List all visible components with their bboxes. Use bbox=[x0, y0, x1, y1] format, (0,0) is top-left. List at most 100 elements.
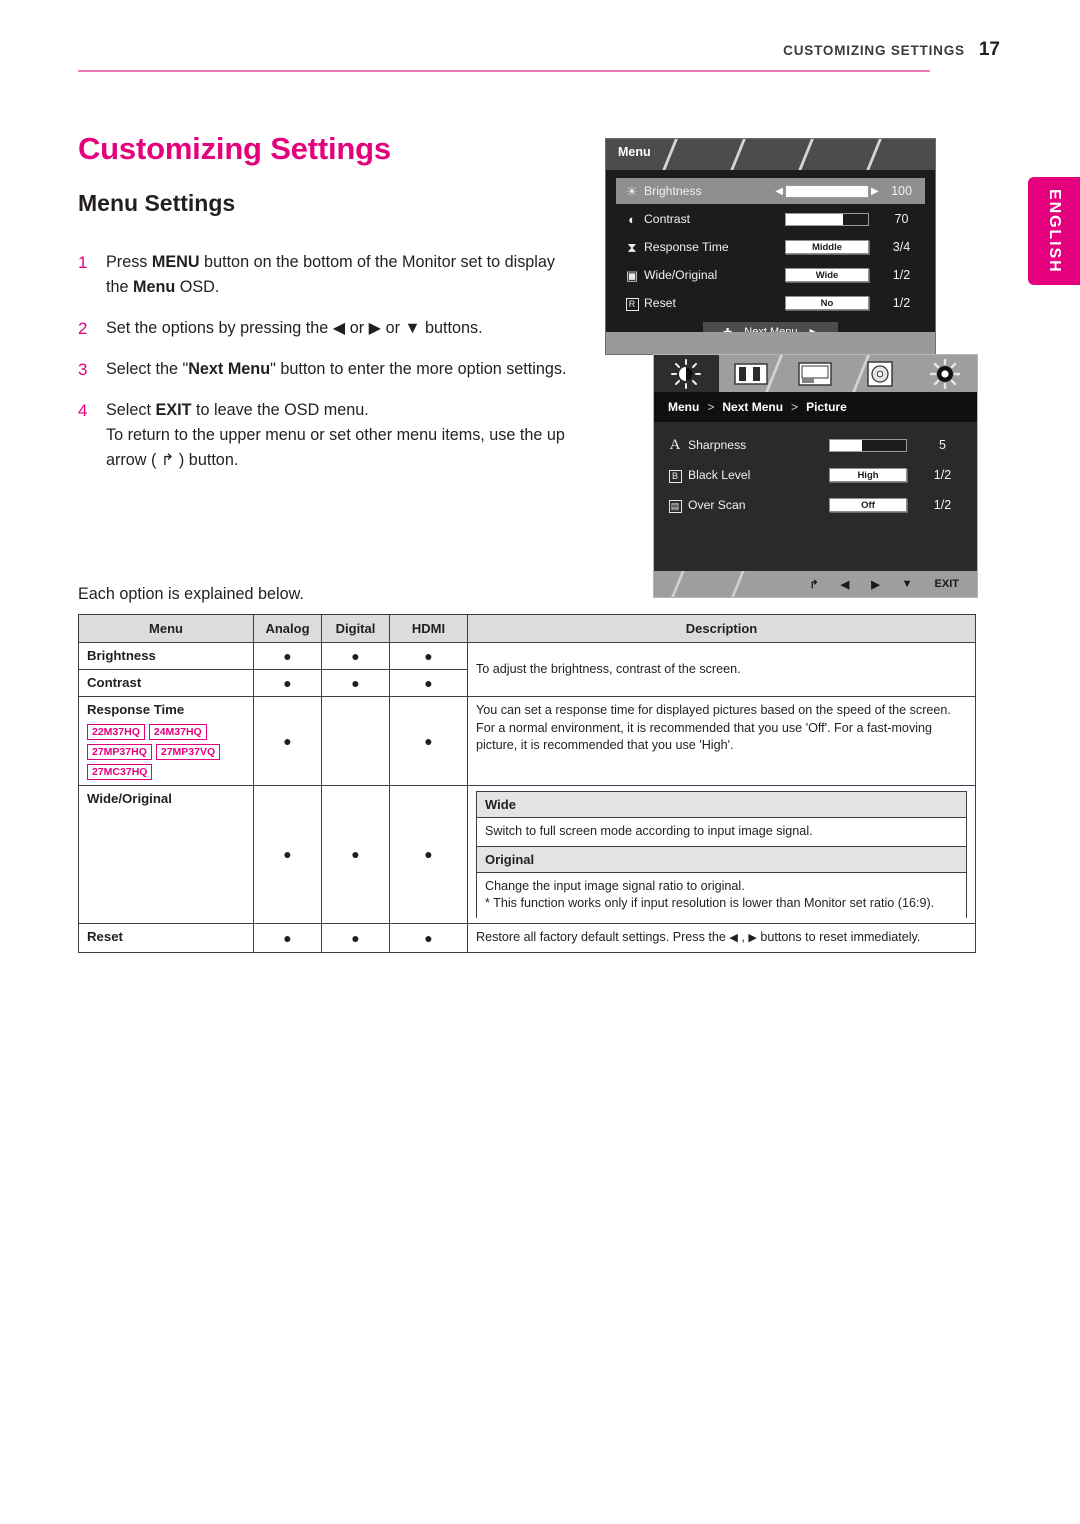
osd-picture-footer: ↱ ◀ ▶ ▼ EXIT bbox=[654, 571, 977, 597]
osd-value-box[interactable]: Wide bbox=[785, 268, 869, 282]
table-header-row: Menu Analog Digital HDMI Description bbox=[78, 614, 976, 643]
contrast-icon: ◐ bbox=[628, 211, 636, 227]
osd-menu-row-brightness[interactable]: ☀ Brightness ◀ ▶ 100 bbox=[616, 178, 925, 204]
osd-footer-button-1[interactable]: ◀ bbox=[841, 578, 849, 591]
osd-picture-tabbar bbox=[654, 355, 977, 392]
table-row: Brightness ● ● ● To adjust the brightnes… bbox=[78, 642, 976, 697]
left-arrow-icon: ◀ bbox=[729, 931, 738, 944]
desc-reset-mid: , bbox=[737, 929, 749, 944]
osd-menu-row-wide-original[interactable]: ▣ Wide/Original Wide 1/2 bbox=[616, 262, 925, 288]
cell-response-digital bbox=[321, 696, 390, 786]
wide-original-icon: ▣ bbox=[625, 267, 639, 283]
osd-menu-row-value: 70 bbox=[894, 212, 909, 226]
osd-value-box[interactable]: No bbox=[785, 296, 869, 310]
osd-footer-button-4[interactable]: EXIT bbox=[935, 578, 959, 590]
osd-menu-row-value: 1/2 bbox=[892, 268, 911, 282]
cell-contrast-digital: ● bbox=[321, 669, 390, 697]
instruction-steps: 1 Press MENU button on the bottom of the … bbox=[78, 250, 568, 489]
osd-menu-tabbar: Menu bbox=[606, 139, 935, 170]
osd-picture-row-value: 1/2 bbox=[933, 498, 952, 512]
osd-menu-row-value: 100 bbox=[891, 184, 912, 198]
step-number: 4 bbox=[78, 401, 88, 420]
subtable-row: Switch to full screen mode according to … bbox=[476, 817, 967, 847]
osd-menu-row-control[interactable]: Wide bbox=[772, 268, 882, 282]
row-label-response-time-cell: Response Time 22M37HQ 24M37HQ 27MP37HQ 27MP… bbox=[78, 696, 254, 786]
osd-picture-row-control[interactable]: Off bbox=[818, 498, 918, 512]
over-scan-icon: ▤ bbox=[662, 497, 688, 513]
osd-picture-panel: Menu > Next Menu > Picture A Sharpness 5 B B… bbox=[653, 354, 978, 598]
col-header-hdmi: HDMI bbox=[389, 614, 468, 643]
osd-picture-row-control[interactable] bbox=[818, 438, 918, 452]
cell-brightness-digital: ● bbox=[321, 642, 390, 670]
page-number: 17 bbox=[978, 39, 1000, 60]
col-header-analog: Analog bbox=[253, 614, 322, 643]
reset-icon: R bbox=[620, 296, 644, 311]
disc-icon bbox=[867, 360, 893, 387]
display-icon bbox=[798, 361, 833, 386]
osd-menu-footer bbox=[606, 332, 935, 354]
osd-menu-row-control[interactable]: Middle bbox=[772, 240, 882, 254]
col-header-menu: Menu bbox=[78, 614, 254, 643]
osd-menu-row-control[interactable] bbox=[772, 212, 882, 226]
osd-footer-button-0[interactable]: ↱ bbox=[810, 578, 819, 591]
cell-wide-digital: ● bbox=[321, 785, 390, 924]
osd-value-box[interactable]: Middle bbox=[785, 240, 869, 254]
table-row: Wide/Original ● ● ● Wide Switch to full … bbox=[78, 785, 976, 924]
manual-page: CUSTOMIZING SETTINGS 17 ENGLISH Customiz… bbox=[0, 0, 1080, 1524]
cell-contrast-analog: ● bbox=[253, 669, 322, 697]
osd-picture-breadcrumb: Menu > Next Menu > Picture bbox=[654, 392, 977, 422]
osd-menu-row-reset[interactable]: R Reset No 1/2 bbox=[616, 290, 925, 316]
osd-menu-row-control[interactable]: No bbox=[772, 296, 882, 310]
osd-slider[interactable] bbox=[785, 212, 869, 226]
osd-picture-row-control[interactable]: High bbox=[818, 468, 918, 482]
slider-right-arrow-icon[interactable]: ▶ bbox=[869, 186, 881, 197]
slider-left-arrow-icon[interactable]: ◀ bbox=[773, 186, 785, 197]
osd-menu-row-response-time[interactable]: ⧗ Response Time Middle 3/4 bbox=[616, 234, 925, 260]
sharpness-icon: A bbox=[669, 436, 681, 453]
osd-footer-button-2[interactable]: ▶ bbox=[871, 578, 879, 591]
osd-picture-row-black-level[interactable]: B Black Level High 1/2 bbox=[662, 460, 967, 490]
black-level-icon: B bbox=[662, 467, 688, 483]
table-row: Reset ● ● ● Restore all factory default … bbox=[78, 922, 976, 953]
options-table: Menu Analog Digital HDMI Description Bri… bbox=[78, 614, 976, 953]
color-bars-icon bbox=[734, 362, 768, 385]
each-option-note: Each option is explained below. bbox=[78, 585, 304, 603]
osd-menu-panel: Menu ☀ Brightness ◀ ▶ 100 ◐ Contrast 70 ⧗ Respons… bbox=[605, 138, 936, 355]
response-time-icon: ⧗ bbox=[627, 239, 637, 255]
osd-tab-others[interactable] bbox=[848, 355, 913, 392]
osd-footer-button-3[interactable]: ▼ bbox=[902, 578, 913, 590]
osd-slider[interactable] bbox=[785, 184, 869, 198]
osd-menu-row-contrast[interactable]: ◐ Contrast 70 bbox=[616, 206, 925, 232]
header-rule bbox=[78, 70, 930, 72]
cell-contrast-hdmi: ● bbox=[389, 669, 468, 697]
row-label-wide-original: Wide/Original bbox=[87, 791, 172, 806]
osd-picture-row-sharpness[interactable]: A Sharpness 5 bbox=[662, 430, 967, 460]
step-number: 2 bbox=[78, 319, 88, 338]
osd-menu-row-label: Wide/Original bbox=[644, 268, 718, 282]
step-text: Set the options by pressing the ◀ or ▶ o… bbox=[106, 319, 483, 337]
osd-value-box[interactable]: High bbox=[829, 468, 907, 482]
desc-reset-pre: Restore all factory default settings. Pr… bbox=[476, 929, 730, 944]
section-title: Menu Settings bbox=[78, 190, 236, 216]
osd-value-box[interactable]: Off bbox=[829, 498, 907, 512]
osd-tab-settings[interactable] bbox=[912, 355, 977, 392]
osd-tab-picture[interactable] bbox=[654, 355, 719, 392]
osd-menu-row-control[interactable]: ◀ ▶ bbox=[772, 184, 882, 198]
osd-menu-row-label: Response Time bbox=[644, 240, 729, 254]
osd-picture-row-label: Sharpness bbox=[688, 438, 747, 452]
wide-original-subtable: Wide Switch to full screen mode accordin… bbox=[476, 791, 967, 918]
col-header-digital: Digital bbox=[321, 614, 390, 643]
osd-picture-row-over-scan[interactable]: ▤ Over Scan Off 1/2 bbox=[662, 490, 967, 520]
osd-tab-color[interactable] bbox=[719, 355, 784, 392]
osd-tab-display[interactable] bbox=[783, 355, 848, 392]
running-header: CUSTOMIZING SETTINGS 17 bbox=[0, 40, 1000, 59]
breadcrumb-sep-1: > bbox=[791, 400, 799, 414]
osd-menu-row-label: Brightness bbox=[644, 184, 702, 198]
osd-slider[interactable] bbox=[829, 438, 907, 452]
breadcrumb-item-1: Next Menu bbox=[722, 400, 784, 414]
row-label-contrast: Contrast bbox=[78, 669, 254, 697]
desc-reset-post: buttons to reset immediately. bbox=[756, 929, 921, 944]
osd-menu-row-value: 1/2 bbox=[892, 296, 911, 310]
brightness-contrast-icon bbox=[671, 358, 702, 389]
language-tab-label: ENGLISH bbox=[1046, 188, 1063, 274]
